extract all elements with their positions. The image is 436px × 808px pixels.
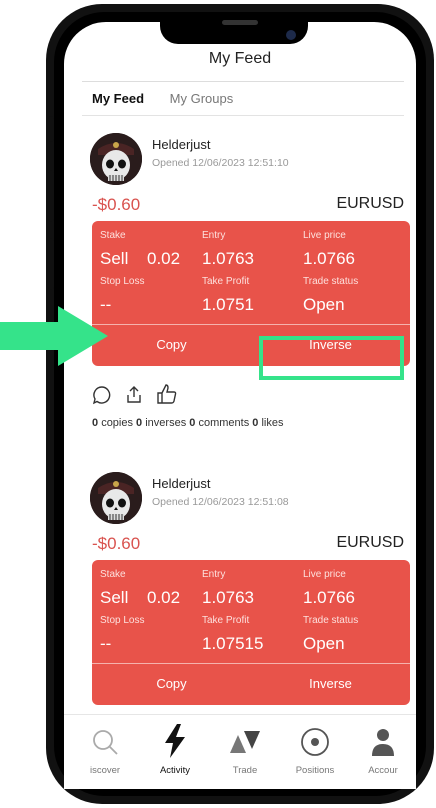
feed-post: Helderjust Opened 12/06/2023 12:51:08 -$… [64,472,416,744]
copy-button[interactable]: Copy [92,325,251,366]
app-screen: My Feed My Feed My Groups Helderjust Ope… [64,22,416,788]
post-timestamp: Opened 12/06/2023 12:51:10 [152,157,289,169]
search-icon [93,730,118,755]
feed-tabs: My Feed My Groups [92,91,255,106]
post-counts: 0 copies 0 inverses 0 comments 0 likes [92,417,283,429]
tab-my-feed[interactable]: My Feed [92,91,144,106]
tab-positions[interactable]: Positions [280,721,350,776]
live-price-label: Live price [303,230,346,241]
post-username[interactable]: Helderjust [152,137,211,152]
tab-trade[interactable]: Trade [210,721,280,776]
entry-label: Entry [202,230,226,241]
entry-label: Entry [202,569,226,580]
page-title: My Feed [208,50,272,67]
stake-amount: 0.02 [147,249,181,268]
stake-amount: 0.02 [147,588,181,607]
comments-count: 0 [189,417,196,429]
trade-card: Stake Sell 0.02 Entry 1.0763 Live price … [92,560,410,705]
likes-label: likes [261,417,284,429]
post-pnl: -$0.60 [92,534,141,553]
annotation-arrow-icon [0,306,108,366]
share-icon[interactable] [124,385,144,405]
post-username[interactable]: Helderjust [152,476,211,491]
tab-label: Activity [159,765,191,776]
feed-post: Helderjust Opened 12/06/2023 12:51:10 -$… [64,133,416,453]
stake-label: Stake [100,569,126,580]
skull-avatar-icon [90,472,142,524]
live-price-label: Live price [303,569,346,580]
post-pair: EURUSD [336,195,404,212]
avatar[interactable] [90,133,142,185]
tab-discover[interactable]: iscover [70,721,140,776]
tab-activity[interactable]: Activity [140,721,210,776]
stop-loss-value: -- [100,634,112,653]
phone-speaker [222,20,258,25]
post-actions [92,383,178,405]
live-price-value: 1.0766 [303,588,355,607]
tab-label: Accour [368,765,398,776]
live-price-value: 1.0766 [303,249,355,268]
tab-label: Positions [295,765,335,776]
tab-my-groups[interactable]: My Groups [170,91,234,106]
inverse-button[interactable]: Inverse [251,664,410,705]
tab-account[interactable]: Accour [348,721,418,776]
inverses-label: inverses [145,417,187,429]
trade-status-label: Trade status [303,615,359,626]
like-icon[interactable] [156,383,178,405]
tab-label: Trade [232,765,258,776]
inverses-count: 0 [136,417,143,429]
stop-loss-label: Stop Loss [100,276,145,287]
take-profit-value: 1.0751 [202,295,254,314]
divider [82,81,404,82]
phone-camera [286,30,296,40]
bottom-tab-bar: iscover Activity Trade Positions Accour [64,714,416,789]
stake-side: Sell [100,249,129,268]
copies-count: 0 [92,417,99,429]
post-timestamp: Opened 12/06/2023 12:51:08 [152,496,289,508]
entry-value: 1.0763 [202,588,254,607]
copy-button[interactable]: Copy [92,664,251,705]
divider [82,115,404,116]
trade-arrows-icon [230,731,260,753]
account-icon [372,729,394,756]
post-pair: EURUSD [336,534,404,551]
stop-loss-label: Stop Loss [100,615,145,626]
copies-label: copies [101,417,133,429]
lightning-icon [165,724,185,758]
post-pnl: -$0.60 [92,195,141,214]
take-profit-label: Take Profit [202,615,250,626]
likes-count: 0 [252,417,259,429]
trade-status-value: Open [303,634,345,653]
take-profit-value: 1.07515 [202,634,264,653]
stake-side: Sell [100,588,129,607]
stake-label: Stake [100,230,126,241]
comment-icon[interactable] [92,385,112,405]
comments-label: comments [198,417,250,429]
avatar[interactable] [90,472,142,524]
target-icon [301,728,329,756]
take-profit-label: Take Profit [202,276,250,287]
annotation-highlight-box [259,336,404,380]
trade-status-label: Trade status [303,276,359,287]
skull-avatar-icon [90,133,142,185]
entry-value: 1.0763 [202,249,254,268]
trade-status-value: Open [303,295,345,314]
tab-label: iscover [89,765,121,776]
